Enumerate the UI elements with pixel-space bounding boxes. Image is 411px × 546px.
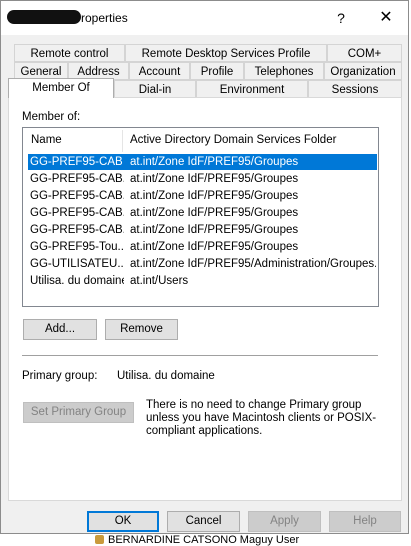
apply-button[interactable]: Apply bbox=[248, 511, 321, 532]
tab-com-plus[interactable]: COM+ bbox=[327, 44, 402, 62]
row-folder: at.int/Zone IdF/PREF95/Groupes bbox=[130, 224, 299, 236]
background-list-row: BERNARDINE CATSONO Maguy User bbox=[95, 534, 299, 546]
ok-button[interactable]: OK bbox=[87, 511, 159, 532]
list-row[interactable]: GG-PREF95-CAB... at.int/Zone IdF/PREF95/… bbox=[28, 188, 377, 204]
member-of-label: Member of: bbox=[22, 111, 81, 123]
member-of-list[interactable]: Name Active Directory Domain Services Fo… bbox=[22, 127, 379, 307]
row-folder: at.int/Zone IdF/PREF95/Groupes bbox=[130, 173, 299, 185]
row-name: Utilisa. du domaine bbox=[30, 275, 124, 287]
redacted-title bbox=[7, 10, 81, 24]
tab-telephones[interactable]: Telephones bbox=[244, 62, 324, 80]
help-button[interactable]: Help bbox=[329, 511, 401, 532]
tab-environment[interactable]: Environment bbox=[196, 80, 308, 98]
list-row[interactable]: GG-PREF95-CAB... at.int/Zone IdF/PREF95/… bbox=[28, 205, 377, 221]
background-row-text: BERNARDINE CATSONO Maguy User bbox=[108, 534, 300, 546]
close-icon[interactable]: ✕ bbox=[373, 7, 399, 29]
tab-member-of[interactable]: Member Of bbox=[8, 78, 114, 98]
list-row[interactable]: GG-PREF95-CAB... at.int/Zone IdF/PREF95/… bbox=[28, 222, 377, 238]
tab-account[interactable]: Account bbox=[129, 62, 190, 80]
row-folder: at.int/Zone IdF/PREF95/Administration/Gr… bbox=[130, 258, 376, 270]
row-folder: at.int/Zone IdF/PREF95/Groupes bbox=[130, 156, 299, 168]
row-name: GG-PREF95-CAB... bbox=[30, 224, 124, 236]
row-name: GG-PREF95-CAB bbox=[30, 156, 123, 168]
tab-dial-in[interactable]: Dial-in bbox=[114, 80, 196, 98]
tab-remote-desktop-services-profile[interactable]: Remote Desktop Services Profile bbox=[125, 44, 327, 62]
row-folder: at.int/Zone IdF/PREF95/Groupes bbox=[130, 190, 299, 202]
set-primary-group-button[interactable]: Set Primary Group bbox=[23, 402, 134, 423]
column-header-name[interactable]: Name bbox=[31, 134, 62, 146]
primary-group-value: Utilisa. du domaine bbox=[117, 370, 215, 382]
user-icon bbox=[95, 535, 104, 544]
primary-group-label: Primary group: bbox=[22, 370, 98, 382]
row-folder: at.int/Zone IdF/PREF95/Groupes bbox=[130, 241, 299, 253]
add-button[interactable]: Add... bbox=[23, 319, 97, 340]
list-row[interactable]: Utilisa. du domaine at.int/Users bbox=[28, 273, 377, 289]
list-header: Name Active Directory Domain Services Fo… bbox=[23, 128, 378, 154]
primary-group-note: There is no need to change Primary group… bbox=[146, 399, 377, 437]
row-name: GG-PREF95-Tou... bbox=[30, 241, 124, 253]
divider bbox=[22, 355, 378, 356]
cancel-button[interactable]: Cancel bbox=[167, 511, 240, 532]
row-folder: at.int/Users bbox=[130, 275, 189, 287]
tab-organization[interactable]: Organization bbox=[324, 62, 402, 80]
title-bar: roperties ? ✕ bbox=[1, 1, 408, 35]
column-separator[interactable] bbox=[122, 130, 123, 152]
list-row[interactable]: GG-PREF95-CAB at.int/Zone IdF/PREF95/Gro… bbox=[28, 154, 377, 170]
help-icon[interactable]: ? bbox=[328, 7, 354, 29]
column-header-folder[interactable]: Active Directory Domain Services Folder bbox=[130, 134, 336, 146]
row-name: GG-PREF95-CAB... bbox=[30, 173, 124, 185]
list-row[interactable]: GG-PREF95-Tou... at.int/Zone IdF/PREF95/… bbox=[28, 239, 377, 255]
row-name: GG-UTILISATEU... bbox=[30, 258, 124, 270]
row-name: GG-PREF95-CAB... bbox=[30, 207, 124, 219]
tab-profile[interactable]: Profile bbox=[190, 62, 244, 80]
list-row[interactable]: GG-UTILISATEU... at.int/Zone IdF/PREF95/… bbox=[28, 256, 377, 272]
tab-remote-control[interactable]: Remote control bbox=[14, 44, 125, 62]
list-row[interactable]: GG-PREF95-CAB... at.int/Zone IdF/PREF95/… bbox=[28, 171, 377, 187]
row-folder: at.int/Zone IdF/PREF95/Groupes bbox=[130, 207, 299, 219]
tab-sessions[interactable]: Sessions bbox=[308, 80, 402, 98]
remove-button[interactable]: Remove bbox=[105, 319, 178, 340]
row-name: GG-PREF95-CAB... bbox=[30, 190, 124, 202]
window-title: roperties bbox=[81, 11, 128, 25]
properties-dialog: roperties ? ✕ Remote control Remote Desk… bbox=[0, 0, 409, 534]
